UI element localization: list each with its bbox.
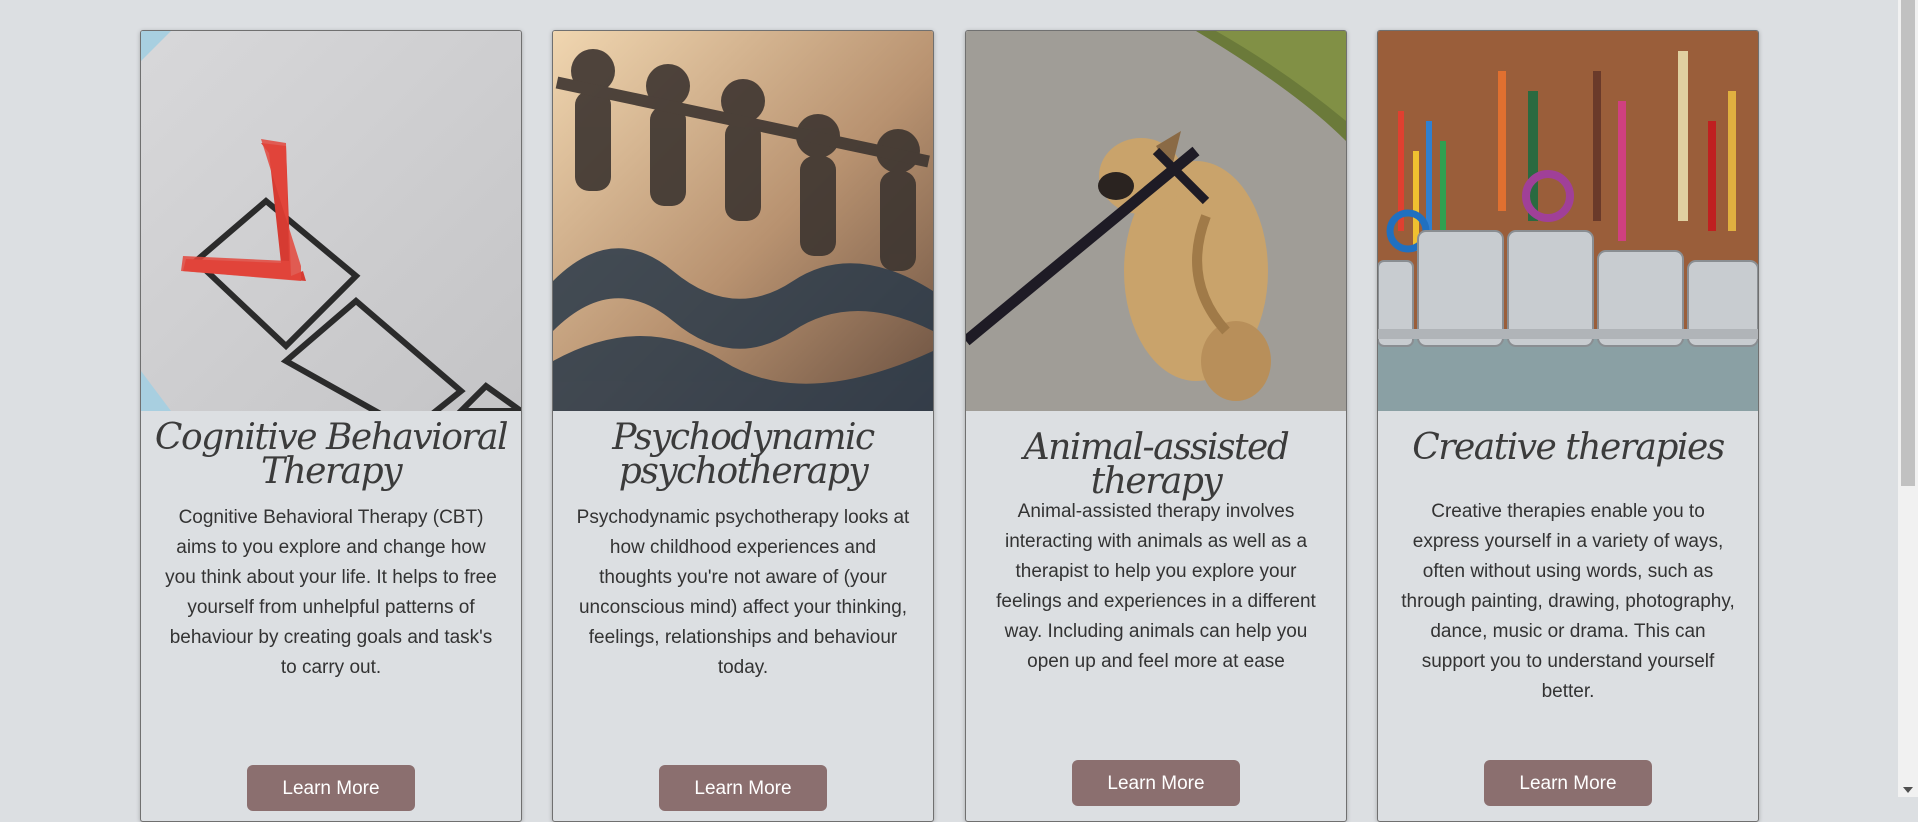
learn-more-button[interactable]: Learn More — [1484, 760, 1652, 806]
card-description: Cognitive Behavioral Therapy (CBT) aims … — [165, 507, 497, 678]
therapy-card-psychodynamic: Psychodynamic psychotherapy Psychodynami… — [552, 30, 934, 822]
learn-more-button[interactable]: Learn More — [247, 765, 415, 811]
vertical-scrollbar[interactable] — [1898, 0, 1918, 797]
therapy-card-cbt: Cognitive Behavioral Therapy Cognitive B… — [140, 30, 522, 822]
card-title: Creative therapies — [1412, 427, 1725, 468]
card-description: Psychodynamic psychotherapy looks at how… — [576, 507, 910, 678]
card-title: Psychodynamic psychotherapy — [612, 417, 875, 492]
paper-people-chain-image — [553, 31, 933, 411]
checklist-checkmark-image — [141, 31, 521, 411]
card-description: Animal-assisted therapy involves interac… — [996, 501, 1316, 672]
card-description: Creative therapies enable you to express… — [1401, 501, 1735, 702]
art-supplies-image — [1378, 31, 1758, 411]
card-title: Cognitive Behavioral Therapy — [154, 417, 509, 492]
learn-more-button[interactable]: Learn More — [1072, 760, 1240, 806]
dog-on-leash-image — [966, 31, 1346, 411]
therapy-card-creative: Creative therapies Creative therapies en… — [1377, 30, 1759, 822]
therapy-card-animal-assisted: Animal-assisted therapy Animal-assisted … — [965, 30, 1347, 822]
page: Cognitive Behavioral Therapy Cognitive B… — [0, 0, 1898, 822]
scrollbar-thumb[interactable] — [1901, 0, 1915, 486]
scroll-down-arrow-icon[interactable] — [1903, 787, 1913, 793]
card-title: Animal-assisted therapy — [1023, 427, 1290, 502]
learn-more-button[interactable]: Learn More — [659, 765, 827, 811]
